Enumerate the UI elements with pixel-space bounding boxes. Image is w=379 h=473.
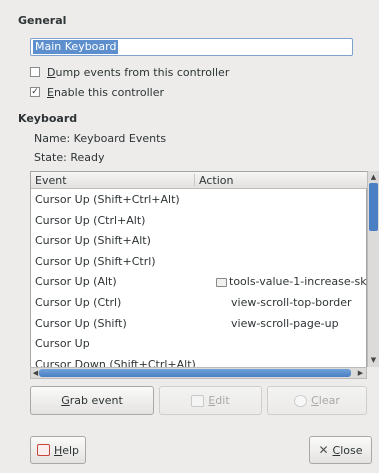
grab-event-label: Grab event [61, 394, 123, 407]
scroll-up-icon[interactable]: ▲ [369, 172, 378, 182]
action-text: tools-value-1-increase-skip [229, 275, 377, 289]
event-cell: Cursor Up (Shift) [35, 316, 127, 330]
edit-icon [191, 394, 205, 407]
controller-name-value[interactable]: Main Keyboard [33, 40, 119, 54]
keyboard-state-label: State: [34, 151, 67, 164]
close-label: Close [332, 443, 363, 457]
column-header-event[interactable]: Event [35, 174, 67, 187]
horizontal-scroll-thumb[interactable] [39, 369, 351, 377]
event-cell: Cursor Up (Shift+Ctrl+Alt) [35, 193, 180, 206]
clear-button[interactable]: Clear [267, 386, 367, 415]
column-header-action[interactable]: Action [199, 174, 233, 187]
keyboard-name-label: Name: [34, 132, 71, 145]
horizontal-scrollbar[interactable]: ◀ ▶ [30, 367, 367, 379]
scroll-right-icon[interactable]: ▶ [356, 368, 365, 378]
enable-controller-checkbox[interactable]: ✓ [30, 87, 40, 97]
close-button[interactable]: ✕ Close [309, 436, 372, 464]
help-icon [36, 444, 50, 456]
table-row[interactable]: Cursor Up (Shift+Ctrl) [31, 252, 367, 273]
table-row[interactable]: Cursor Up (Shift+Alt) [31, 231, 367, 252]
grab-event-button[interactable]: Grab event [30, 386, 154, 415]
keyboard-name-value: Keyboard Events [73, 132, 167, 145]
scroll-down-icon[interactable]: ▼ [369, 355, 378, 365]
action-cell: view-scroll-top-border [216, 293, 351, 314]
event-cell: Cursor Up (Shift+Alt) [35, 234, 151, 248]
keyboard-heading: Keyboard [18, 112, 78, 125]
keyboard-state-line: State: Ready [34, 151, 104, 164]
clear-icon [294, 394, 308, 407]
keyboard-state-value: Ready [70, 151, 105, 164]
event-cell: Cursor Up (Ctrl) [35, 295, 122, 309]
column-divider [194, 174, 195, 186]
controller-name-input[interactable]: Main Keyboard [30, 38, 353, 56]
table-row[interactable]: Cursor Up (Shift) view-scroll-page-up [31, 314, 367, 335]
table-rows: Cursor Up (Shift+Ctrl+Alt) Cursor Up (Ctr… [31, 190, 377, 375]
event-cell: Cursor Up [35, 337, 90, 351]
vertical-scrollbar[interactable]: ▲ ▼ [367, 171, 379, 367]
enable-controller-checkbox-row[interactable]: ✓ Enable this controller [30, 84, 164, 100]
table-row[interactable]: Cursor Up (Ctrl+Alt) [31, 211, 367, 232]
help-button[interactable]: Help [30, 436, 86, 464]
event-action-table[interactable]: Event Action Cursor Up (Shift+Ctrl+Alt) C… [30, 171, 377, 375]
action-icon [216, 277, 227, 287]
enable-controller-label[interactable]: Enable this controller [47, 86, 164, 99]
keyboard-name-line: Name: Keyboard Events [34, 132, 166, 145]
table-row[interactable]: Cursor Up (Ctrl) view-scroll-top-border [31, 293, 367, 314]
edit-label: Edit [208, 394, 230, 407]
action-cell: tools-value-1-increase-skip [216, 272, 377, 293]
action-cell: view-scroll-page-up [216, 314, 339, 335]
dump-events-checkbox-row[interactable]: Dump events from this controller [30, 64, 229, 80]
table-row[interactable]: Cursor Up [31, 334, 367, 355]
edit-button[interactable]: Edit [159, 386, 262, 415]
dump-events-label[interactable]: Dump events from this controller [47, 66, 229, 79]
action-text: view-scroll-top-border [231, 295, 352, 309]
help-label: Help [53, 443, 80, 457]
close-icon: ✕ [318, 443, 329, 457]
table-row[interactable]: Cursor Up (Shift+Ctrl+Alt) [31, 190, 367, 211]
action-text: view-scroll-page-up [231, 316, 339, 330]
general-heading: General [18, 14, 67, 27]
clear-label: Clear [311, 394, 340, 407]
event-cell: Cursor Up (Alt) [35, 275, 117, 289]
table-header: Event Action [31, 172, 367, 189]
event-cell: Cursor Up (Shift+Ctrl) [35, 254, 156, 268]
vertical-scroll-thumb[interactable] [369, 183, 378, 231]
event-cell: Cursor Up (Ctrl+Alt) [35, 213, 146, 227]
dump-events-checkbox[interactable] [30, 67, 40, 77]
table-row[interactable]: Cursor Up (Alt) tools-value-1-increase-sk… [31, 272, 377, 293]
